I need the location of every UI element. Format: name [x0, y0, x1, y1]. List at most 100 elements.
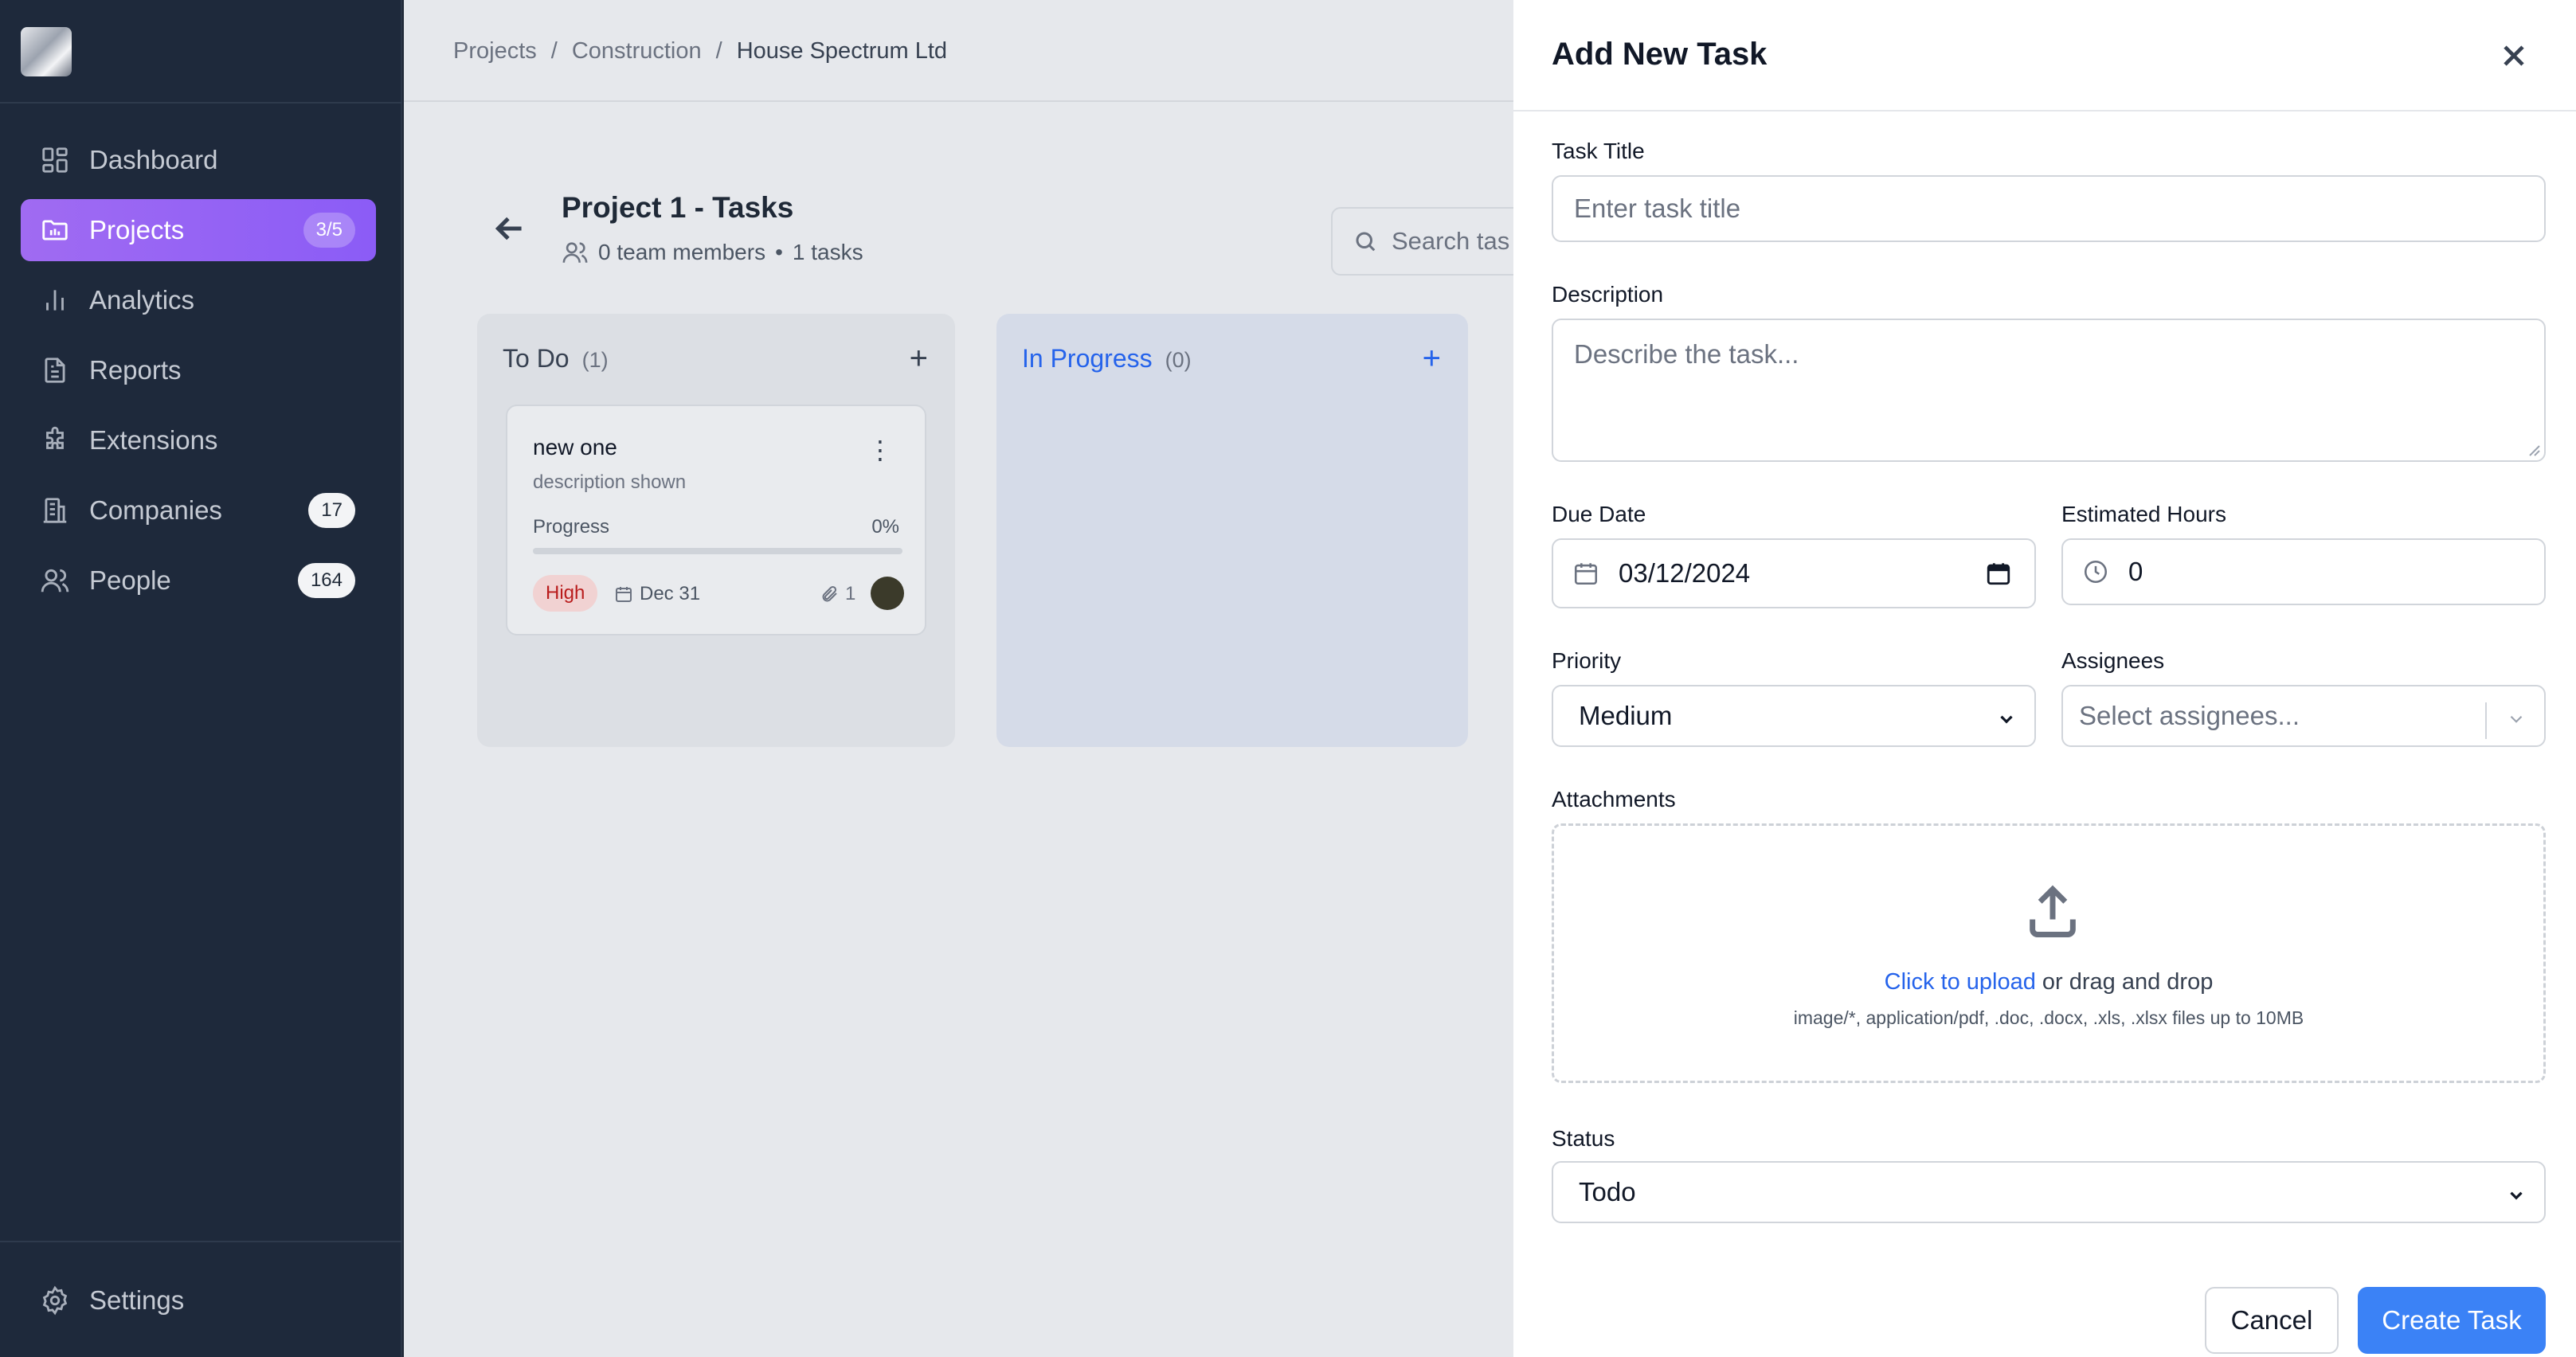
paperclip-icon [822, 585, 837, 602]
date-picker-icon[interactable] [1985, 560, 2012, 587]
sidebar-item-projects[interactable]: Projects 3/5 [21, 199, 376, 261]
file-icon [40, 355, 70, 385]
progress-label: Progress [533, 516, 610, 538]
upload-hint: image/*, application/pdf, .doc, .docx, .… [1793, 1007, 2304, 1028]
task-title-label: Task Title [1552, 139, 1645, 163]
select-separator [2485, 702, 2487, 739]
panel-header: Add New Task [1513, 0, 2576, 111]
upload-icon [2022, 882, 2083, 942]
main-content: Projects / Construction / House Spectrum… [404, 0, 1538, 1357]
task-card[interactable]: new one description shown ⋮ Progress 0% … [506, 405, 926, 635]
sidebar-item-reports[interactable]: Reports [21, 339, 376, 401]
app-logo[interactable] [21, 27, 72, 76]
sidebar-item-label: Settings [89, 1285, 185, 1315]
breadcrumb-separator: / [550, 38, 558, 64]
sidebar-item-label: Analytics [89, 285, 195, 315]
upload-rest-text: or drag and drop [2035, 969, 2214, 995]
puzzle-icon [40, 425, 70, 456]
more-vertical-icon[interactable]: ⋮ [867, 435, 893, 465]
assignees-label: Assignees [2061, 648, 2165, 673]
due-date-value: 03/12/2024 [1619, 558, 1751, 588]
task-title-input[interactable]: Enter task title [1552, 175, 2546, 242]
sidebar-item-settings[interactable]: Settings [21, 1269, 376, 1332]
count-badge: 164 [297, 563, 355, 598]
column-header: In Progress (0) [1022, 344, 1192, 373]
progress-value: 0% [871, 516, 899, 538]
panel-title: Add New Task [1552, 37, 1768, 72]
search-icon [1356, 232, 1376, 252]
resize-handle-icon[interactable] [2525, 441, 2541, 457]
breadcrumb-separator: / [715, 38, 722, 64]
users-icon [40, 565, 70, 596]
sidebar-item-label: People [89, 565, 171, 595]
sidebar-item-extensions[interactable]: Extensions [21, 409, 376, 471]
dashboard-icon [40, 145, 70, 175]
sidebar-item-label: Reports [89, 355, 182, 385]
add-task-button[interactable]: + [910, 342, 928, 374]
cancel-button[interactable]: Cancel [2205, 1287, 2339, 1354]
sidebar-nav: Dashboard Projects 3/5 Analytics Reports [21, 129, 376, 620]
column-title: In Progress [1022, 344, 1153, 373]
sidebar-item-dashboard[interactable]: Dashboard [21, 129, 376, 191]
column-header: To Do (1) [503, 344, 609, 373]
calendar-icon [616, 587, 632, 602]
users-icon [562, 242, 588, 263]
sidebar-divider [0, 1241, 402, 1242]
description-placeholder: Describe the task... [1574, 339, 1799, 369]
add-task-button[interactable]: + [1423, 342, 1441, 374]
breadcrumb-current: House Spectrum Ltd [736, 38, 948, 64]
task-title-placeholder: Enter task title [1574, 194, 1741, 223]
settings-nav: Settings [21, 1269, 376, 1339]
priority-select[interactable]: Medium [1552, 685, 2036, 747]
count-badge: 3/5 [303, 213, 355, 248]
breadcrumb-projects[interactable]: Projects [453, 38, 537, 65]
task-description: description shown [533, 471, 687, 493]
bar-chart-icon [40, 285, 70, 315]
assignees-select[interactable]: Select assignees... [2061, 685, 2546, 747]
task-title: new one [533, 435, 617, 460]
priority-badge: High [533, 575, 598, 612]
due-date-label: Due Date [1552, 502, 1646, 526]
file-dropzone[interactable]: Click to upload or drag and drop image/*… [1552, 823, 2546, 1083]
sidebar-item-label: Dashboard [89, 145, 218, 174]
sidebar-item-people[interactable]: People 164 [21, 549, 376, 612]
sidebar-item-companies[interactable]: Companies 17 [21, 479, 376, 542]
due-date-input[interactable]: 03/12/2024 [1552, 538, 2036, 608]
create-task-button[interactable]: Create Task [2358, 1287, 2546, 1354]
attachments-label: Attachments [1552, 787, 1676, 811]
upload-instruction: Click to upload or drag and drop [1554, 969, 2543, 995]
close-icon[interactable] [2496, 38, 2531, 73]
sidebar-item-label: Projects [89, 215, 185, 244]
click-to-upload-link[interactable]: Click to upload [1885, 969, 2036, 995]
description-textarea[interactable]: Describe the task... [1552, 319, 2546, 462]
breadcrumb-construction[interactable]: Construction [572, 38, 702, 65]
search-placeholder: Search tas [1392, 227, 1510, 255]
attachment-count-text: 1 [845, 583, 856, 604]
chevron-down-icon[interactable] [2506, 706, 2527, 726]
search-input[interactable]: Search tas [1331, 207, 1538, 276]
clock-icon [2082, 558, 2109, 585]
topbar: Projects / Construction / House Spectrum… [404, 0, 1513, 102]
back-arrow-icon[interactable] [490, 209, 530, 248]
sidebar-item-label: Extensions [89, 425, 218, 455]
avatar[interactable] [871, 577, 904, 610]
estimated-hours-label: Estimated Hours [2061, 502, 2226, 526]
sidebar-divider [0, 102, 402, 104]
estimated-hours-input[interactable]: 0 [2061, 538, 2546, 605]
progress-bar [533, 548, 902, 554]
breadcrumb: Projects / Construction / House Spectrum… [453, 38, 947, 65]
team-members-count: 0 team members [598, 240, 766, 264]
assignees-placeholder: Select assignees... [2079, 701, 2300, 730]
sidebar: Dashboard Projects 3/5 Analytics Reports [0, 0, 402, 1357]
sidebar-item-analytics[interactable]: Analytics [21, 269, 376, 331]
due-date: Dec 31 [614, 583, 700, 605]
column-count: (1) [581, 348, 609, 372]
priority-label: Priority [1552, 648, 1622, 673]
description-label: Description [1552, 282, 1664, 307]
add-task-panel: Add New Task Task Title Enter task title… [1513, 0, 2576, 1357]
column-title: To Do [503, 344, 570, 373]
meta-separator: • [775, 240, 783, 264]
chevron-down-icon [2506, 1182, 2527, 1203]
status-select[interactable]: Todo [1552, 1161, 2546, 1223]
attachment-count: 1 [820, 583, 855, 605]
